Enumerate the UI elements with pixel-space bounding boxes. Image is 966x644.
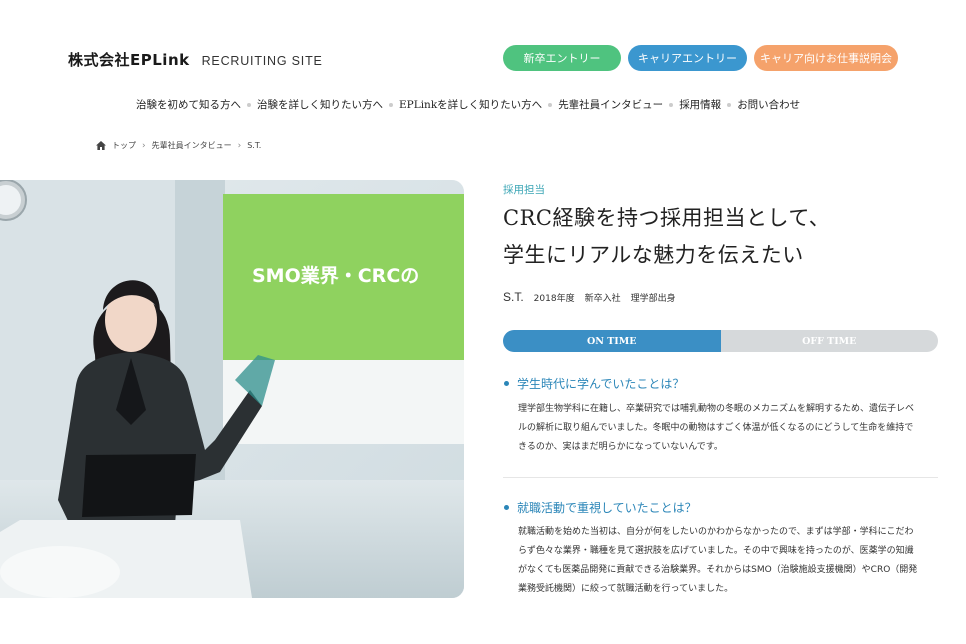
breadcrumb-home[interactable]: トップ (112, 140, 136, 151)
answer-line: 業務受託機関）に絞って就職活動を行っていました。 (518, 584, 734, 594)
person-major: 理学部出身 (630, 294, 676, 304)
person-profile: S.T. 2018年度 新卒入社 理学部出身 (503, 290, 676, 304)
home-icon (96, 141, 106, 150)
breadcrumb-current: S.T. (247, 141, 262, 150)
answer-text: 理学部生物学科に在籍し、卒業研究では哺乳動物の冬眠のメカニズムを解明するため、遺… (518, 400, 938, 457)
question-heading: 学生時代に学んでいたことは？ (504, 375, 684, 392)
bullet-icon (504, 381, 509, 386)
interview-headline: CRC経験を持つ採用担当として、 学生にリアルな魅力を伝えたい (503, 200, 830, 274)
answer-line: 理学部生物学科に在籍し、卒業研究では哺乳動物の冬眠のメカニズムを解明するため、遺… (518, 404, 915, 414)
interview-photo: SMO業界・CRCの (0, 180, 464, 598)
chevron-right-icon: › (142, 140, 146, 151)
person-entry: 新卒入社 (584, 294, 621, 304)
headline-line: 学生にリアルな魅力を伝えたい (503, 243, 804, 267)
answer-line: らず色々な業界・職種を見て選択肢を広げていました。その中で興味を持ったのが、医薬… (518, 546, 914, 556)
nav-separator (727, 102, 732, 107)
nav-item-about-eplink[interactable]: EPLinkを詳しく知りたい方へ (399, 97, 542, 112)
answer-line: がなくても医薬品開発に貢献できる治験業界。それからはSMO（治験施設支援機関）や… (518, 565, 918, 575)
tab-off-time[interactable]: OFF TIME (720, 330, 938, 352)
nav-separator (669, 102, 674, 107)
slide-title: SMO業界・CRCの (252, 264, 419, 287)
new-grad-entry-button[interactable]: 新卒エントリー (503, 45, 621, 71)
site-logo[interactable]: 株式会社EPLink RECRUITING SITE (68, 49, 323, 70)
chevron-right-icon: › (237, 140, 242, 151)
person-name: S.T. (503, 290, 524, 304)
tab-on-time[interactable]: ON TIME (503, 330, 721, 352)
brand-name: 株式会社EPLink (68, 51, 190, 69)
question-heading: 就職活動で重視していたことは？ (504, 499, 697, 516)
answer-text: 就職活動を始めた当初は、自分が何をしたいのかわからなかったので、まずは学部・学科… (518, 523, 938, 599)
career-briefing-button[interactable]: キャリア向けお仕事説明会 (754, 45, 898, 71)
breadcrumb-section[interactable]: 先輩社員インタビュー (152, 140, 232, 151)
nav-separator (548, 102, 553, 107)
nav-item-contact[interactable]: お問い合わせ (737, 97, 800, 112)
job-category: 採用担当 (503, 184, 545, 196)
presentation-scene-image: SMO業界・CRCの (0, 180, 464, 598)
section-divider (503, 477, 938, 478)
career-entry-button[interactable]: キャリアエントリー (628, 45, 747, 71)
nav-item-trial-detail[interactable]: 治験を詳しく知りたい方へ (257, 97, 383, 112)
time-tabs: ON TIME OFF TIME (503, 330, 938, 352)
nav-item-intro[interactable]: 治験を初めて知る方へ (136, 97, 241, 112)
nav-item-interviews[interactable]: 先輩社員インタビュー (558, 97, 663, 112)
breadcrumb: トップ › 先輩社員インタビュー › S.T. (96, 140, 261, 151)
question-text: 学生時代に学んでいたことは？ (517, 377, 685, 391)
site-label: RECRUITING SITE (201, 54, 323, 68)
answer-line: ルの解析に取り組んでいました。冬眠中の動物はすごく体温が低くなるのにどうして生命… (518, 423, 914, 433)
nav-separator (247, 102, 251, 107)
nav-separator (389, 102, 393, 107)
answer-line: 就職活動を始めた当初は、自分が何をしたいのかわからなかったので、まずは学部・学科… (518, 527, 914, 537)
headline-line: CRC経験を持つ採用担当として、 (503, 206, 831, 230)
person-year: 2018年度 (533, 294, 575, 304)
answer-line: きるのか、実はまだ明らかになっていないんです。 (518, 442, 723, 452)
bullet-icon (504, 505, 509, 510)
global-nav: 治験を初めて知る方へ 治験を詳しく知りたい方へ EPLinkを詳しく知りたい方へ… (136, 97, 800, 112)
nav-item-recruit[interactable]: 採用情報 (679, 97, 721, 112)
question-text: 就職活動で重視していたことは？ (517, 501, 697, 515)
